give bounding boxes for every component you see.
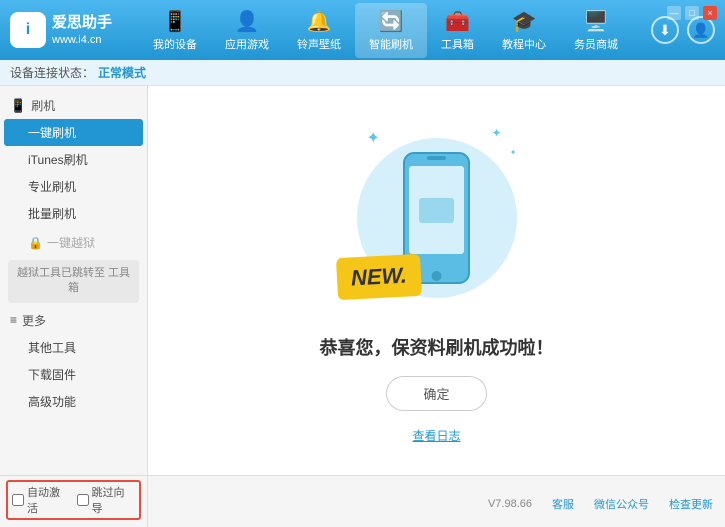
- user-button[interactable]: 👤: [687, 16, 715, 44]
- sidebar-item-pro-flash[interactable]: 专业刷机: [0, 173, 147, 200]
- apps-icon: 👤: [235, 9, 260, 34]
- jailbreak-notice-text: 越狱工具已跳转至 工具箱: [17, 267, 130, 294]
- guide-activate-input[interactable]: [77, 494, 89, 506]
- status-prefix: 设备连接状态：: [10, 64, 94, 81]
- nav-label-service: 务员商城: [574, 36, 618, 52]
- sidebar-more-header[interactable]: ≡ 更多: [0, 307, 147, 334]
- device-entry: 📱 iPhone 15 Pro Max 512GB iPhone: [6, 523, 141, 527]
- sidebar-item-other-tools[interactable]: 其他工具: [0, 334, 147, 361]
- phone-illustration: ✦ ✦ ✦ NEW.: [347, 118, 527, 318]
- sidebar-section-flash-header[interactable]: 📱 刷机: [0, 92, 147, 119]
- nav-tutorial[interactable]: 🎓 教程中心: [488, 3, 560, 58]
- lock-icon: 🔒: [28, 236, 43, 250]
- auto-activate-input[interactable]: [12, 494, 24, 506]
- nav-smart-flash[interactable]: 🔄 智能刷机: [355, 3, 427, 58]
- footer: 自动激活 跳过向导 📱 iPhone 15 Pro Max 512GB iPho…: [0, 475, 725, 527]
- other-tools-label: 其他工具: [28, 341, 76, 355]
- auto-activate-checkbox[interactable]: 自动激活: [12, 484, 71, 516]
- success-text: 恭喜您，保资料刷机成功啦！: [320, 334, 554, 360]
- nav-label-flash: 智能刷机: [369, 36, 413, 52]
- new-badge: NEW.: [335, 253, 421, 299]
- guide-activate-label: 跳过向导: [92, 484, 136, 516]
- download-button[interactable]: ⬇: [651, 16, 679, 44]
- nav-label-ringtone: 铃声壁纸: [297, 36, 341, 52]
- sidebar-item-download-firmware[interactable]: 下载固件: [0, 361, 147, 388]
- new-badge-text: NEW.: [350, 262, 407, 290]
- nav-toolbox[interactable]: 🧰 工具箱: [427, 3, 488, 58]
- success-panel: ✦ ✦ ✦ NEW. 恭喜您，保资料刷: [320, 118, 554, 444]
- sidebar-section-jailbreak: 🔒 一键越狱 越狱工具已跳转至 工具箱: [0, 229, 147, 303]
- pro-flash-label: 专业刷机: [28, 180, 76, 194]
- close-button[interactable]: ×: [703, 6, 717, 20]
- nav-my-device[interactable]: 📱 我的设备: [139, 3, 211, 58]
- batch-flash-label: 批量刷机: [28, 207, 76, 221]
- flash-section-icon: 📱: [10, 98, 26, 114]
- device-icon: 📱: [163, 9, 188, 34]
- customer-service-link[interactable]: 客服: [552, 496, 574, 512]
- sidebar-item-advanced[interactable]: 高级功能: [0, 388, 147, 415]
- sparkle-right: ✦: [510, 148, 517, 157]
- log-link[interactable]: 查看日志: [412, 427, 460, 444]
- flash-section-label: 刷机: [31, 97, 55, 114]
- wechat-link[interactable]: 微信公众号: [594, 496, 649, 512]
- maximize-button[interactable]: □: [685, 6, 699, 20]
- jailbreak-label: 一键越狱: [47, 234, 95, 251]
- logo-text: 爱思助手 www.i4.cn: [52, 13, 112, 47]
- footer-right: V7.98.66 客服 微信公众号 检查更新: [148, 476, 725, 527]
- app-title: 爱思助手: [52, 13, 112, 33]
- check-update-link[interactable]: 检查更新: [669, 496, 713, 512]
- logo-char: i: [26, 21, 30, 39]
- sidebar-section-more: ≡ 更多 其他工具 下载固件 高级功能: [0, 307, 147, 415]
- sparkle-topleft: ✦: [367, 128, 380, 148]
- sidebar-section-flash: 📱 刷机 一键刷机 iTunes刷机 专业刷机 批量刷机: [0, 92, 147, 227]
- nav-label-apps: 应用游戏: [225, 36, 269, 52]
- advanced-label: 高级功能: [28, 395, 76, 409]
- one-key-flash-label: 一键刷机: [28, 126, 76, 140]
- sidebar-item-one-key-flash[interactable]: 一键刷机: [4, 119, 143, 146]
- itunes-flash-label: iTunes刷机: [28, 153, 88, 167]
- sidebar: 📱 刷机 一键刷机 iTunes刷机 专业刷机 批量刷机: [0, 86, 148, 475]
- content-area: ✦ ✦ ✦ NEW. 恭喜您，保资料刷: [148, 86, 725, 475]
- sub-header: 设备连接状态： 正常模式: [0, 60, 725, 86]
- nav-service[interactable]: 🖥️ 务员商城: [560, 3, 632, 58]
- sidebar-item-batch-flash[interactable]: 批量刷机: [0, 200, 147, 227]
- nav-apps-games[interactable]: 👤 应用游戏: [211, 3, 283, 58]
- guide-activate-checkbox[interactable]: 跳过向导: [77, 484, 136, 516]
- service-icon: 🖥️: [584, 9, 609, 34]
- header: i 爱思助手 www.i4.cn 📱 我的设备 👤 应用游戏 🔔 铃声壁纸 🔄: [0, 0, 725, 60]
- header-right: ⬇ 👤: [651, 16, 715, 44]
- ringtone-icon: 🔔: [307, 9, 332, 34]
- window-controls: — □ ×: [667, 6, 717, 20]
- sparkle-topright: ✦: [491, 126, 501, 140]
- nav-label-tutorial: 教程中心: [502, 36, 546, 52]
- jailbreak-notice: 越狱工具已跳转至 工具箱: [8, 260, 139, 303]
- logo-icon: i: [10, 12, 46, 48]
- more-icon: ≡: [10, 313, 17, 327]
- download-firmware-label: 下载固件: [28, 368, 76, 382]
- version-label: V7.98.66: [488, 498, 532, 510]
- logo: i 爱思助手 www.i4.cn: [10, 12, 120, 48]
- auto-activate-label: 自动激活: [27, 484, 71, 516]
- confirm-button[interactable]: 确定: [386, 376, 486, 411]
- status-badge: 正常模式: [98, 64, 146, 81]
- toolbox-icon: 🧰: [445, 9, 470, 34]
- sidebar-jailbreak-header: 🔒 一键越狱: [0, 229, 147, 256]
- tutorial-icon: 🎓: [512, 9, 537, 34]
- app-url: www.i4.cn: [52, 33, 112, 47]
- activation-options-box: 自动激活 跳过向导: [6, 480, 141, 520]
- nav-label-toolbox: 工具箱: [441, 36, 474, 52]
- footer-left: 自动激活 跳过向导 📱 iPhone 15 Pro Max 512GB iPho…: [0, 476, 148, 527]
- minimize-button[interactable]: —: [667, 6, 681, 20]
- nav-label-device: 我的设备: [153, 36, 197, 52]
- more-label: 更多: [22, 312, 46, 329]
- flash-icon: 🔄: [379, 9, 404, 34]
- sidebar-item-itunes-flash[interactable]: iTunes刷机: [0, 146, 147, 173]
- nav-ringtone[interactable]: 🔔 铃声壁纸: [283, 3, 355, 58]
- nav-bar: 📱 我的设备 👤 应用游戏 🔔 铃声壁纸 🔄 智能刷机 🧰 工具箱 🎓: [120, 3, 651, 58]
